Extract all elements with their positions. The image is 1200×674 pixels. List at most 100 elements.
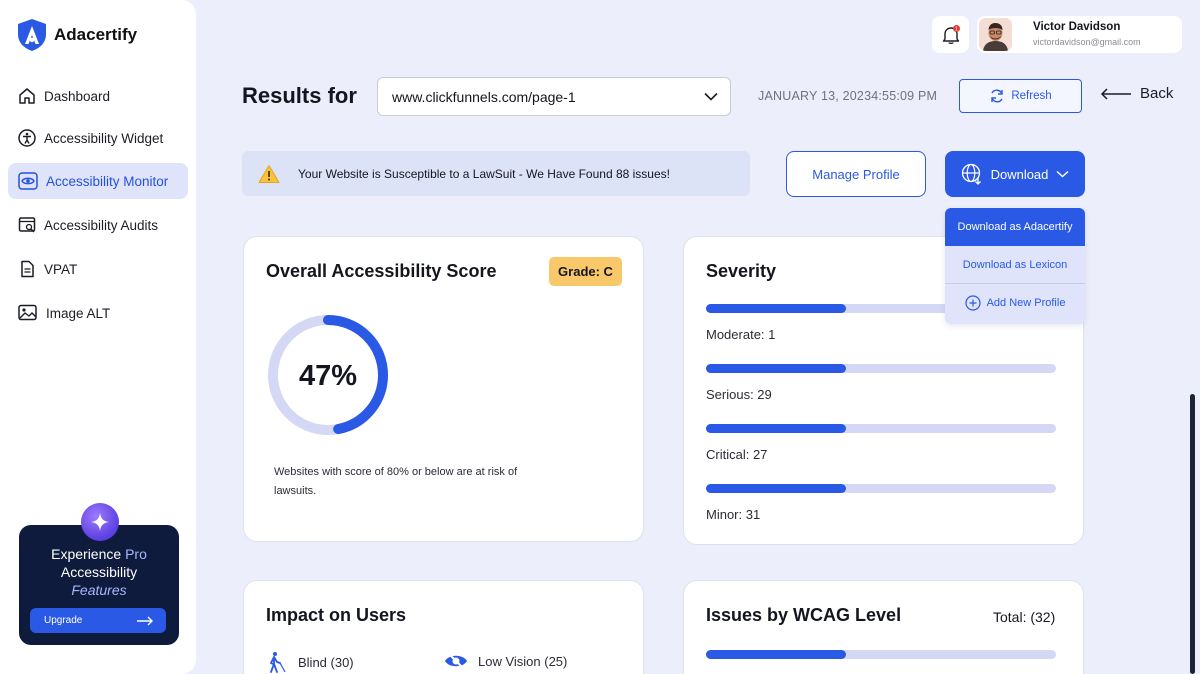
arrow-right-icon [137, 616, 153, 625]
card-title: Overall Accessibility Score [266, 261, 497, 281]
severity-track [706, 364, 1056, 373]
wcag-level-card: Issues by WCAG Level Total: (32) [683, 580, 1084, 674]
home-icon [19, 88, 35, 104]
sidebar-item-label: Dashboard [44, 88, 111, 104]
refresh-icon [991, 89, 1004, 103]
back-label: Back [1140, 85, 1174, 102]
impact-label: Blind (30) [298, 654, 354, 670]
upgrade-label: Upgrade [44, 615, 83, 626]
sidebar-item-image-alt[interactable]: Image ALT [8, 295, 188, 331]
severity-row-serious: Serious: 29 [706, 364, 1056, 402]
download-dropdown-menu: Download as Adacertify Download as Lexic… [945, 208, 1085, 324]
eye-icon [18, 172, 38, 190]
bell-icon: 1 [942, 24, 960, 44]
url-select[interactable]: www.clickfunnels.com/page-1 [377, 77, 731, 116]
menu-item-label: Download as Lexicon [962, 258, 1068, 271]
wcag-track [706, 650, 1056, 659]
download-button[interactable]: Download [945, 151, 1085, 197]
shield-logo-icon [18, 19, 46, 51]
url-select-value: www.clickfunnels.com/page-1 [392, 88, 576, 105]
image-icon [18, 304, 37, 321]
impact-item-blind: Blind (30) [266, 651, 354, 673]
chevron-down-icon [1056, 170, 1069, 178]
sidebar-item-accessibility-audits[interactable]: Accessibility Audits [8, 207, 188, 243]
manage-profile-button[interactable]: Manage Profile [786, 151, 926, 197]
severity-track [706, 424, 1056, 433]
arrow-left-icon [1100, 87, 1131, 100]
promo-line: Accessibility [60, 564, 138, 580]
upgrade-button[interactable]: Upgrade [30, 608, 166, 633]
alert-text: Your Website is Susceptible to a LawSuit… [298, 166, 670, 181]
card-title: Impact on Users [266, 605, 407, 625]
score-donut: 47% [268, 315, 388, 435]
promo-line: Experience [51, 546, 126, 562]
sidebar-item-label: Accessibility Audits [44, 217, 159, 233]
notification-count: 1 [955, 26, 958, 32]
back-link[interactable]: Back [1100, 85, 1173, 102]
wcag-row [706, 650, 1056, 659]
impact-label: Low Vision (25) [478, 653, 568, 669]
sidebar-item-accessibility-widget[interactable]: Accessibility Widget [8, 120, 188, 156]
sidebar: Adacertify Dashboard Accessibility Widge… [0, 0, 196, 674]
severity-fill [706, 424, 846, 433]
sidebar-item-label: Image ALT [46, 305, 111, 321]
warning-icon [258, 164, 280, 183]
score-note: Websites with score of 80% or below are … [274, 466, 518, 497]
score-value: 47% [299, 360, 357, 392]
accessibility-icon [18, 129, 36, 147]
overall-score-card: Overall Accessibility Score Grade: C 47%… [243, 236, 644, 542]
refresh-button[interactable]: Refresh [959, 79, 1082, 113]
lawsuit-alert: Your Website is Susceptible to a LawSuit… [242, 151, 750, 196]
download-label: Download [990, 166, 1049, 182]
impact-item-low-vision: Low Vision (25) [444, 651, 567, 671]
card-title: Issues by WCAG Level [706, 605, 902, 625]
sidebar-item-label: Accessibility Widget [44, 130, 164, 146]
brand[interactable]: Adacertify [16, 18, 137, 52]
impact-on-users-card: Impact on Users Blind (30) Low Vision (2… [243, 580, 644, 674]
audit-icon [18, 217, 36, 233]
severity-label: Moderate: 1 [706, 327, 776, 342]
refresh-label: Refresh [1011, 90, 1052, 102]
page-title: Results for [242, 83, 357, 108]
download-as-lexicon-item[interactable]: Download as Lexicon [945, 246, 1085, 284]
chevron-down-icon [704, 92, 718, 101]
sidebar-item-label: VPAT [44, 261, 78, 277]
sidebar-item-accessibility-monitor[interactable]: Accessibility Monitor [8, 163, 188, 199]
blind-person-icon [269, 652, 286, 673]
download-as-adacertify-item[interactable]: Download as Adacertify [945, 208, 1085, 246]
brand-name: Adacertify [54, 25, 138, 44]
scrollbar-thumb[interactable] [1190, 394, 1195, 674]
low-vision-icon [445, 652, 467, 670]
menu-item-label: Add New Profile [986, 297, 1066, 309]
manage-profile-label: Manage Profile [812, 166, 900, 182]
sidebar-item-vpat[interactable]: VPAT [8, 251, 188, 287]
severity-track [706, 484, 1056, 493]
upgrade-promo-card: Experience Pro Accessibility Features Up… [19, 503, 179, 645]
user-profile-card[interactable]: Victor Davidson victordavidson@gmail.com [977, 16, 1182, 53]
severity-fill [706, 304, 846, 313]
severity-label: Serious: 29 [706, 387, 772, 402]
sidebar-item-label: Accessibility Monitor [46, 173, 169, 189]
promo-features: Features [71, 582, 127, 598]
plus-circle-icon [964, 295, 981, 311]
sparkle-icon [81, 503, 119, 541]
scan-timestamp: JANUARY 13, 20234:55:09 PM [758, 89, 938, 103]
globe-download-icon [961, 163, 981, 185]
grade-badge: Grade: C [549, 257, 622, 286]
card-title: Severity [706, 261, 777, 281]
document-icon [21, 260, 34, 278]
severity-row-critical: Critical: 27 [706, 424, 1056, 462]
severity-label: Minor: 31 [706, 507, 761, 522]
add-new-profile-item[interactable]: Add New Profile [945, 284, 1085, 322]
avatar [979, 18, 1012, 51]
promo-text: Experience Pro Accessibility Features [19, 545, 179, 599]
wcag-fill [706, 650, 846, 659]
severity-row-minor: Minor: 31 [706, 484, 1056, 522]
notifications-button[interactable]: 1 [932, 16, 969, 53]
promo-pro: Pro [125, 546, 147, 562]
sidebar-item-dashboard[interactable]: Dashboard [8, 78, 188, 114]
user-name: Victor Davidson [1033, 21, 1121, 33]
menu-item-label: Download as Adacertify [957, 221, 1073, 233]
severity-fill [706, 364, 846, 373]
user-email: victordavidson@gmail.com [1033, 37, 1141, 47]
